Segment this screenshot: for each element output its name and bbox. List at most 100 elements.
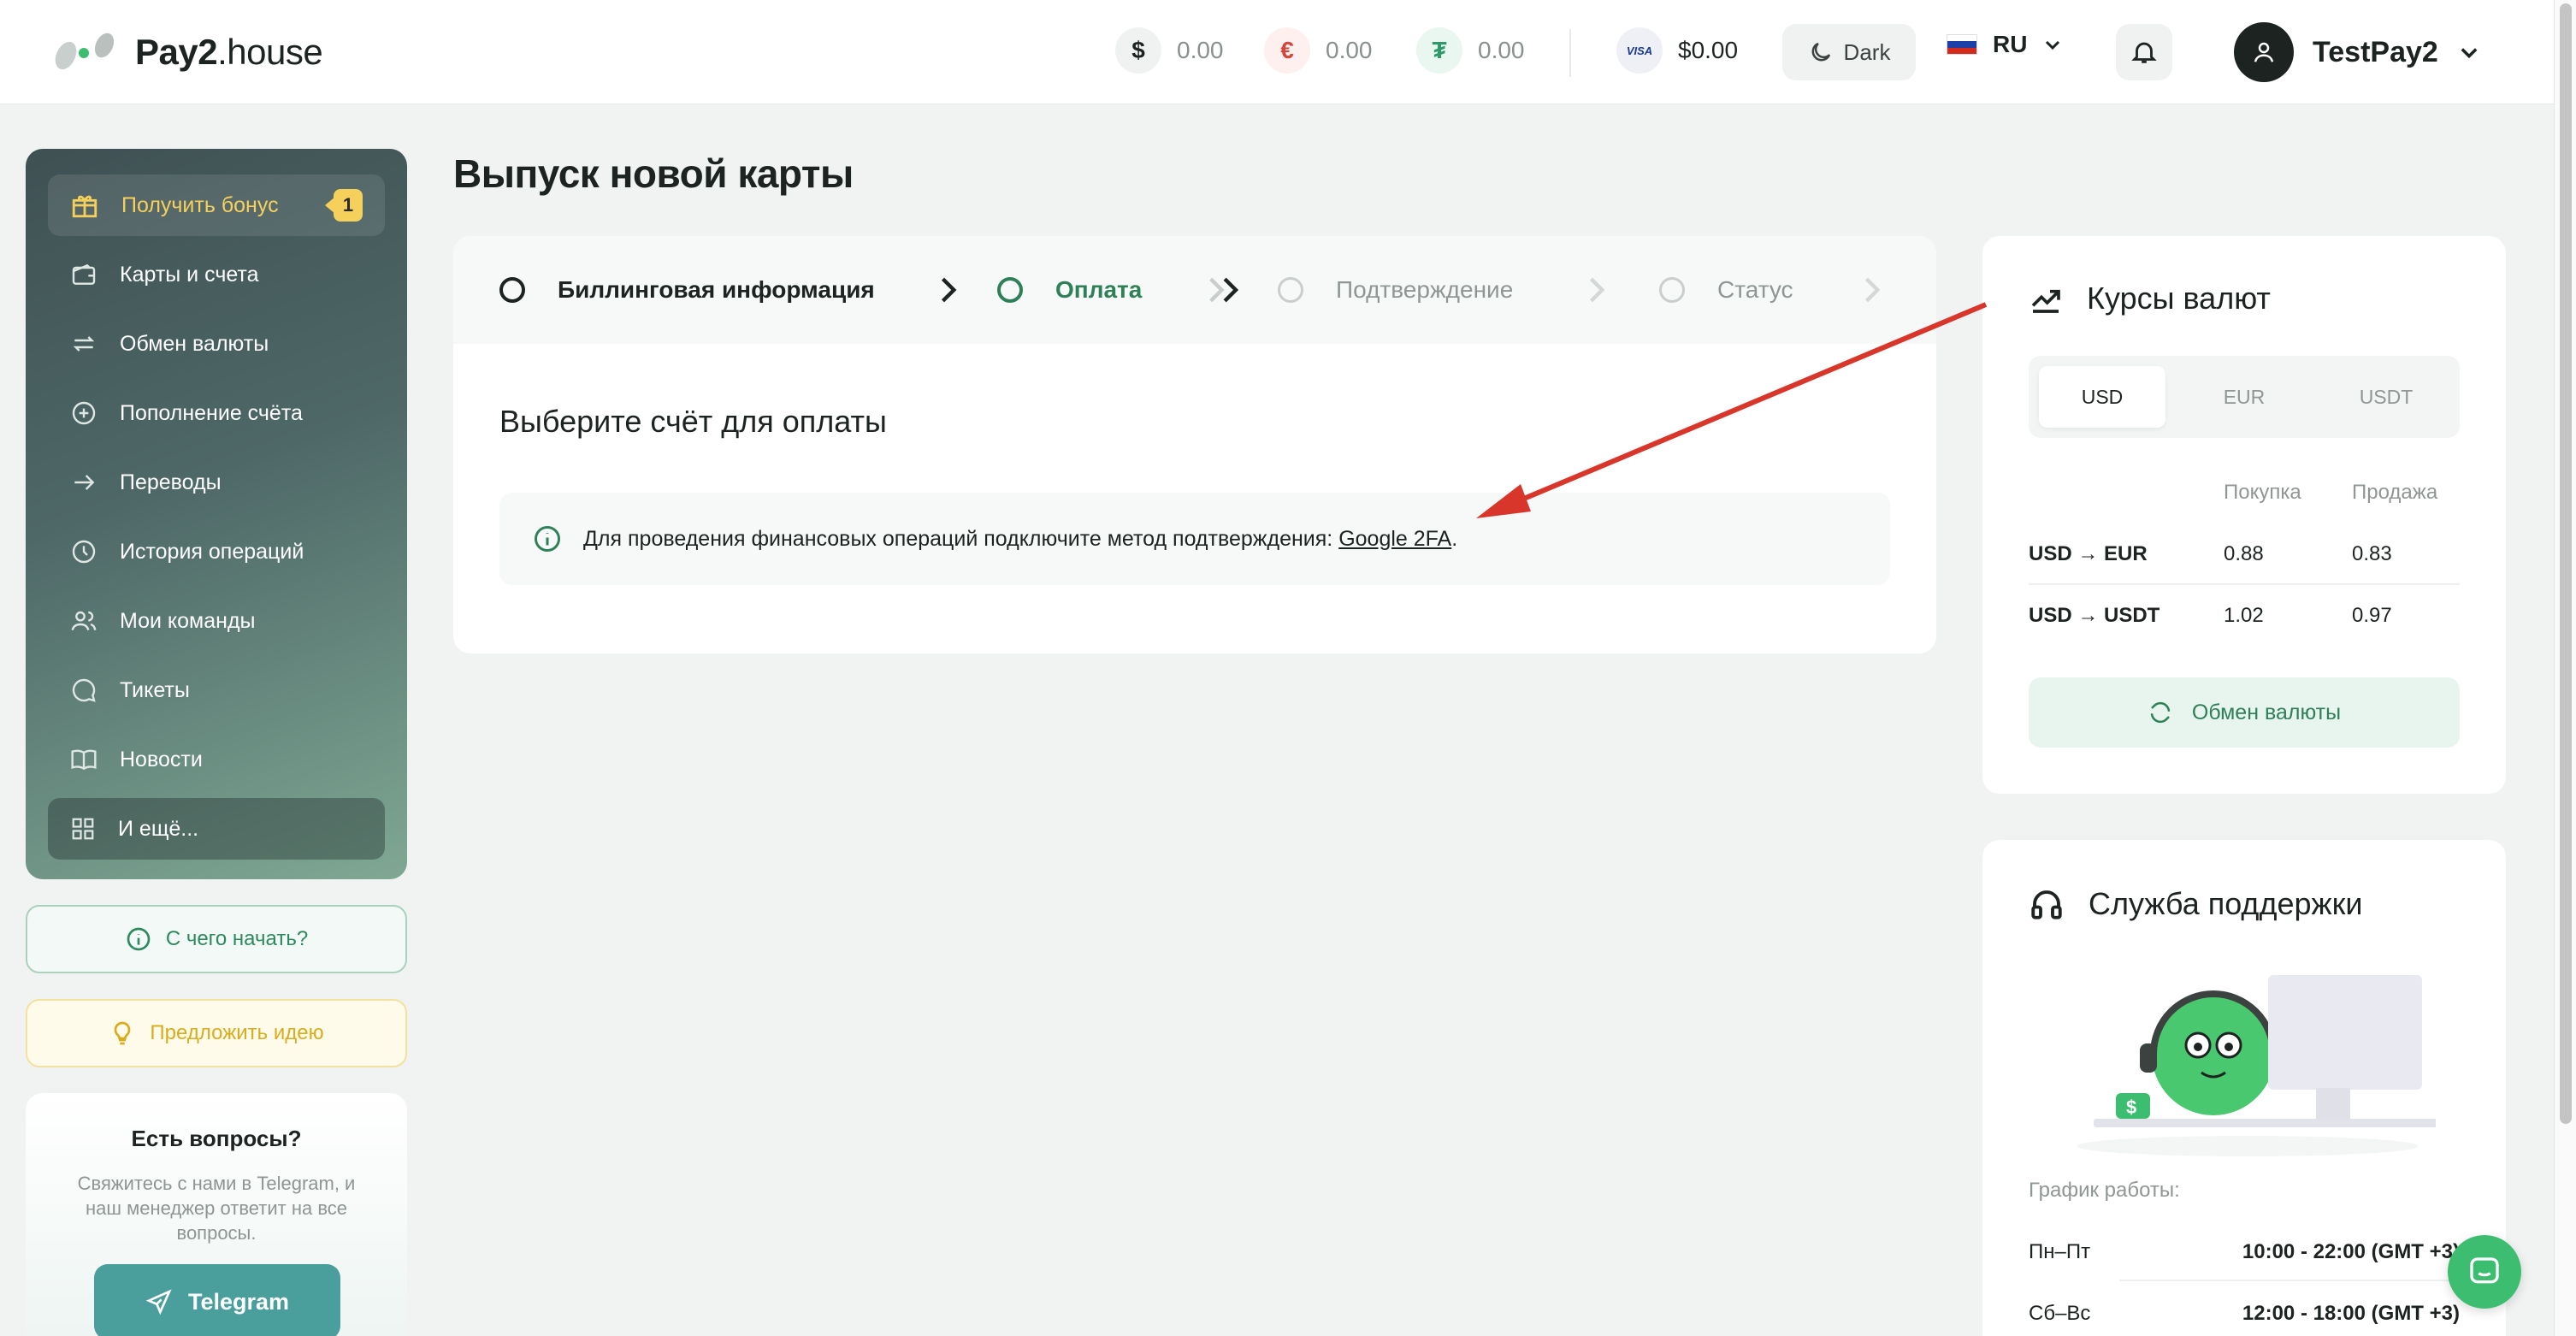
step-status[interactable]: Статус [1659,236,1793,344]
tab-usd[interactable]: USD [2039,366,2165,428]
notifications-button[interactable] [2116,24,2172,80]
getting-started-label: С чего начать? [165,927,309,950]
help-text: Свяжитесь с нами в Telegram, и наш менед… [77,1173,356,1244]
step-payment[interactable]: Оплата [997,236,1142,344]
book-icon [71,749,97,771]
balance-usd[interactable]: $ 0.00 [1115,27,1224,74]
balance-usd-value: 0.00 [1177,37,1224,63]
schedule-label: График работы: [2029,1179,2180,1202]
suggest-idea-button[interactable]: Предложить идею [26,999,407,1067]
headphones-icon [2031,890,2062,919]
user-menu[interactable]: TestPay2 [2234,22,2481,82]
sidebar-item-history[interactable]: История операций [48,521,385,582]
support-card: Служба поддержки $ График работы: Пн–Пт … [1982,840,2506,1336]
step-label: Статус [1717,276,1793,303]
column-sell: Продажа [2352,481,2438,504]
sidebar-item-news[interactable]: Новости [48,729,385,790]
sidebar-item-transfers[interactable]: Переводы [48,452,385,513]
header-divider [1569,29,1571,77]
schedule-days: Пн–Пт [2029,1240,2091,1263]
sidebar-item-label: История операций [120,539,304,564]
scrollbar-thumb[interactable] [2560,3,2572,1124]
sidebar-item-label: Пополнение счёта [120,400,303,425]
logo-text: Pay2.house [135,32,323,72]
rates-title: Курсы валют [2087,281,2271,316]
logo[interactable]: Pay2.house [50,30,323,74]
exchange-icon [73,336,95,352]
main-card: Биллинговая информация Оплата Подтвержде… [453,236,1936,653]
step-circle-icon [997,277,1023,303]
info-icon [535,526,560,552]
support-title: Служба поддержки [2089,886,2363,921]
exchange-currency-button[interactable]: Обмен валюты [2029,677,2460,748]
chevron-down-icon [2461,48,2478,59]
sidebar-item-deposit[interactable]: Пополнение счёта [48,382,385,444]
balance-usdt[interactable]: ₮ 0.00 [1416,27,1525,74]
help-title: Есть вопросы? [131,1126,302,1151]
users-icon [71,611,97,631]
clock-icon [72,540,96,564]
bonus-count-badge: 1 [325,189,363,222]
sidebar-item-exchange[interactable]: Обмен валюты [48,313,385,375]
balance-eur[interactable]: € 0.00 [1264,27,1373,74]
language-select[interactable]: RU [1947,31,2063,58]
sidebar-item-more[interactable]: И ещё... [48,798,385,860]
row-divider [2119,1280,2460,1281]
rate-pair: USD → USDT [2029,604,2160,627]
sidebar-item-label: Обмен валюты [120,331,269,356]
rate-pair: USD → EUR [2029,542,2148,565]
step-billing[interactable]: Биллинговая информация [499,236,875,344]
rates-header: Курсы валют [2029,281,2271,316]
exchange-rates-card: Курсы валют USD EUR USDT Покупка Продажа… [1982,236,2506,794]
getting-started-button[interactable]: С чего начать? [26,905,407,973]
tether-icon: ₮ [1416,27,1462,74]
notice-text: Для проведения финансовых операций подкл… [583,526,1458,551]
suggest-idea-label: Предложить идею [150,1021,324,1044]
balance-visa[interactable]: VISA $0.00 [1616,27,1738,74]
sidebar-item-bonus[interactable]: Получить бонус 1 [48,174,385,236]
schedule-hours: 12:00 - 18:00 (GMT +3) [2242,1302,2460,1325]
sidebar-item-tickets[interactable]: Тикеты [48,659,385,721]
step-confirmation[interactable]: Подтверждение [1278,236,1513,344]
exchange-button-label: Обмен валюты [2191,700,2342,724]
sidebar-item-label: Переводы [120,470,222,494]
balance-eur-value: 0.00 [1326,37,1373,63]
sidebar: Получить бонус 1 Карты и счета Обмен вал… [26,149,407,879]
tab-usdt[interactable]: USDT [2323,366,2449,428]
sidebar-item-teams[interactable]: Мои команды [48,590,385,652]
sidebar-item-label: Тикеты [120,677,190,702]
bell-icon [2131,42,2157,63]
section-title: Выберите счёт для оплаты [499,404,887,439]
theme-toggle-button[interactable]: Dark [1782,24,1916,80]
russia-flag-icon [1947,34,1977,55]
2fa-notice: Для проведения финансовых операций подкл… [499,493,1890,585]
step-label: Биллинговая информация [558,276,875,303]
trending-up-icon [2031,289,2060,313]
rate-buy: 0.88 [2224,542,2264,565]
page-scrollbar[interactable] [2554,0,2576,1336]
step-circle-icon [1659,277,1685,303]
chevron-right-icon [1589,277,1605,303]
google-2fa-link[interactable]: Google 2FA [1338,527,1451,551]
stepper: Биллинговая информация Оплата Подтвержде… [453,236,1936,344]
schedule-row: Пн–Пт 10:00 - 22:00 (GMT +3) [2029,1240,2460,1264]
telegram-button[interactable]: Telegram [94,1264,340,1336]
chevron-double-right-icon [1209,277,1239,303]
visa-icon: VISA [1616,27,1663,74]
step-label: Подтверждение [1336,276,1514,303]
support-header: Служба поддержки [2029,886,2362,922]
plus-circle-icon [72,401,96,425]
chevron-right-icon [1864,277,1881,303]
balance-usdt-value: 0.00 [1478,37,1525,63]
user-icon [2254,42,2274,62]
arrow-right-icon [74,475,95,490]
live-chat-button[interactable] [2448,1235,2521,1309]
step-label: Оплата [1055,276,1143,303]
sidebar-item-cards[interactable]: Карты и счета [48,244,385,305]
theme-toggle-label: Dark [1843,38,1891,65]
gift-icon [72,195,97,218]
tab-eur[interactable]: EUR [2181,366,2307,428]
avatar [2234,22,2294,82]
sidebar-item-label: Мои команды [120,608,256,633]
top-header: Pay2.house $ 0.00 € 0.00 ₮ 0.00 VISA $0.… [0,0,2554,104]
